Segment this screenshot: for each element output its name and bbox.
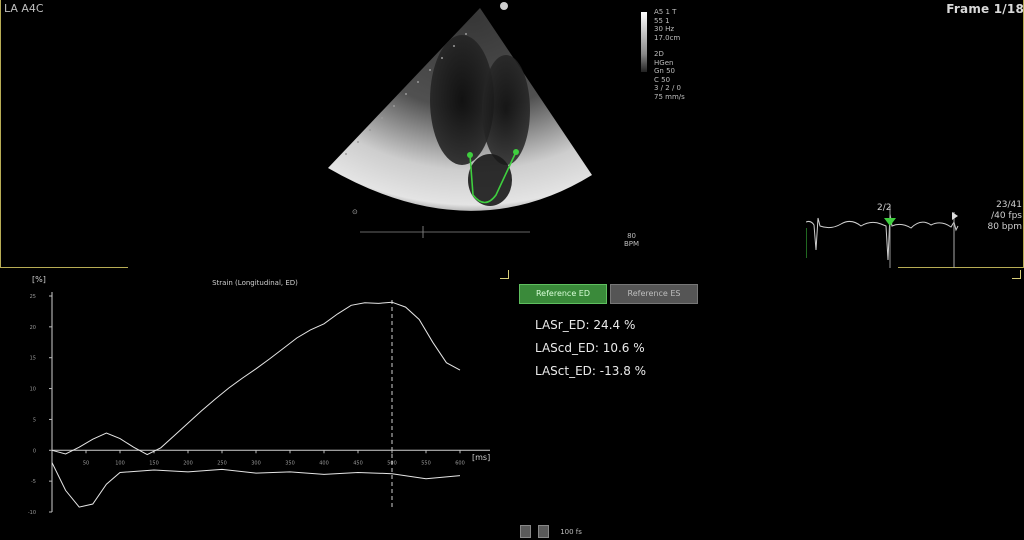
x-tick-label: 500	[387, 460, 397, 466]
strain-curve	[51, 301, 461, 456]
y-tick-label: 0	[33, 448, 36, 454]
chart-ylabel: [%]	[32, 275, 46, 284]
measurement-value: -13.8 %	[599, 364, 647, 378]
heart-rate-unit: BPM	[624, 240, 640, 248]
measurement-value: 24.4 %	[593, 318, 636, 332]
playback-controls: 100 fs	[520, 521, 582, 538]
x-tick-label: 250	[217, 460, 227, 466]
strain-chart[interactable]: Strain (Longitudinal, ED) [%] [ms] 25 20 1…	[0, 270, 510, 530]
x-tick-label: 350	[285, 460, 295, 466]
chart-xlabel: [ms]	[472, 453, 490, 462]
ecg-fps: /40 fps	[991, 211, 1022, 221]
reference-es-button[interactable]: Reference ES	[610, 284, 698, 304]
ultrasound-sector: ⊙	[328, 2, 592, 238]
measurement-lasr: LASr_ED: 24.4 %	[535, 318, 635, 332]
y-tick-label: 25	[30, 294, 36, 300]
step-button[interactable]	[538, 525, 550, 538]
acq-line: Gn 50	[654, 67, 675, 75]
left-frame-bottom	[0, 267, 128, 268]
frame-label: Frame 1/18	[946, 2, 1024, 16]
measurement-label: LASct_ED:	[535, 364, 596, 378]
acq-line: 30 Hz	[654, 25, 675, 33]
x-tick-label: 400	[319, 460, 329, 466]
x-tick-label: 50	[83, 460, 89, 466]
x-tick-label: 300	[251, 460, 261, 466]
ecg-bpm: 80 bpm	[987, 222, 1022, 232]
measurement-label: LAScd_ED:	[535, 341, 599, 355]
acq-line: 55 1	[654, 16, 670, 25]
x-tick-label: 150	[149, 460, 159, 466]
beat-label: 2/2	[877, 203, 892, 213]
left-frame-line	[0, 0, 1, 268]
frame-counter: 23/41	[996, 200, 1022, 210]
acq-line: C 50	[654, 75, 671, 84]
measurement-value: 10.6 %	[602, 341, 645, 355]
acq-line: A5 1 T	[654, 8, 677, 16]
acq-line: HGen	[654, 58, 674, 67]
x-tick-label: 100	[115, 460, 125, 466]
acquisition-params: A5 1 T 55 1 30 Hz 17.0cm 2D HGen Gn 50 C…	[654, 8, 685, 101]
acq-line: 75 mm/s	[654, 92, 685, 101]
ultrasound-image[interactable]: ⊙	[320, 0, 620, 240]
grayscale-bar	[641, 12, 647, 72]
corner-marker[interactable]	[1012, 270, 1021, 279]
fps-readout: 100 fs	[560, 527, 582, 536]
measurement-lascd: LAScd_ED: 10.6 %	[535, 341, 645, 355]
y-tick-label: 15	[30, 356, 36, 362]
strain-curve	[51, 462, 461, 508]
strain-chart-svg: Strain (Longitudinal, ED) [%] [ms] 25 20 1…	[28, 275, 490, 516]
play-button[interactable]	[520, 525, 531, 538]
ecg-info: 23/41 /40 fps 80 bpm	[968, 200, 1022, 233]
acq-line: 2D	[654, 50, 664, 58]
measurement-label: LASr_ED:	[535, 318, 590, 332]
x-tick-label: 600	[455, 460, 465, 466]
acq-line: 17.0cm	[654, 33, 681, 42]
acq-line	[654, 42, 685, 50]
x-tick-label: 550	[421, 460, 431, 466]
x-tick-label: 200	[183, 460, 193, 466]
heart-rate-readout: 80 BPM	[624, 232, 639, 248]
svg-text:⊙: ⊙	[352, 208, 358, 216]
reference-ed-button[interactable]: Reference ED	[519, 284, 607, 304]
y-tick-label: 20	[30, 325, 36, 331]
view-label: LA A4C	[4, 2, 44, 15]
measurement-lasct: LASct_ED: -13.8 %	[535, 364, 646, 378]
y-tick-label: -5	[31, 479, 36, 485]
y-tick-label: -10	[28, 510, 36, 516]
x-tick-label: 450	[353, 460, 363, 466]
y-tick-label: 5	[33, 417, 36, 423]
chart-title: Strain (Longitudinal, ED)	[212, 279, 298, 287]
y-tick-label: 10	[30, 387, 36, 393]
heart-rate-value: 80	[627, 232, 636, 240]
acq-line: 3 / 2 / 0	[654, 84, 681, 92]
